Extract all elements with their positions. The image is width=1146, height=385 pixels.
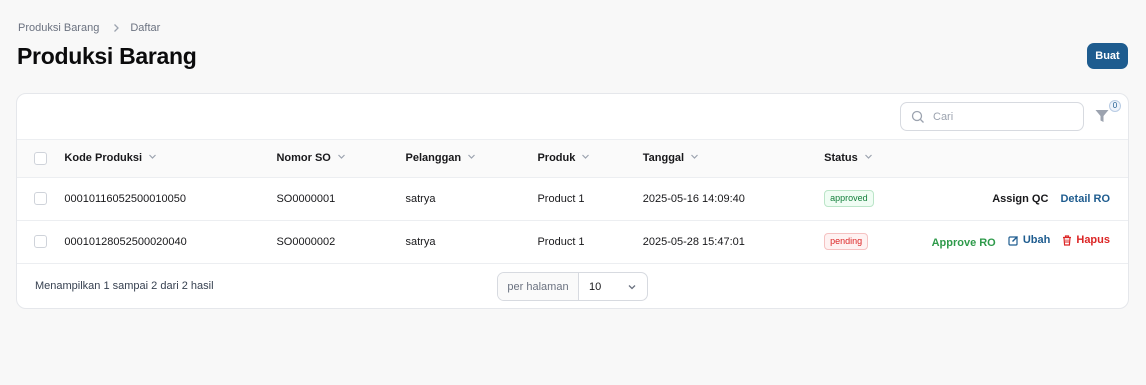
cell-tanggal: 2025-05-16 14:09:40 [642, 192, 745, 205]
edit-label: Ubah [1022, 234, 1051, 247]
column-header-tanggal[interactable]: Tanggal [643, 140, 824, 177]
column-header-kode[interactable]: Kode Produksi [64, 140, 276, 177]
filter-icon [1095, 110, 1109, 122]
chevron-down-icon [581, 152, 590, 164]
cell-produk: Product 1 [537, 192, 585, 205]
edit-icon [1008, 235, 1018, 246]
breadcrumb: Produksi Barang Daftar [18, 22, 160, 34]
filter-count-badge: 0 [1109, 100, 1121, 112]
cell-nomor-so: SO0000002 [276, 235, 336, 248]
pagination-footer: Menampilkan 1 sampai 2 dari 2 hasil per … [17, 265, 1128, 308]
breadcrumb-current: Daftar [130, 22, 161, 34]
column-header-status[interactable]: Status [824, 140, 922, 177]
results-summary: Menampilkan 1 sampai 2 dari 2 hasil [35, 280, 214, 292]
table-row[interactable]: 00010128052500020040 SO0000002 satrya Pr… [17, 220, 1128, 263]
cell-tanggal: 2025-05-28 15:47:01 [642, 235, 745, 248]
create-button[interactable]: Buat [1087, 43, 1128, 69]
per-page-label: per halaman [498, 273, 579, 300]
search-box[interactable] [900, 102, 1084, 131]
delete-link[interactable]: Hapus [1062, 234, 1110, 246]
cell-kode: 00010116052500010050 [64, 192, 186, 205]
table-row[interactable]: 00010116052500010050 SO0000001 satrya Pr… [17, 177, 1128, 220]
cell-kode: 00010128052500020040 [64, 235, 187, 248]
delete-label: Hapus [1076, 234, 1110, 247]
status-badge: pending [824, 233, 869, 250]
chevron-down-icon [864, 152, 873, 164]
row-checkbox[interactable] [34, 235, 47, 248]
chevron-down-icon [467, 152, 476, 164]
filter-button[interactable]: 0 [1094, 100, 1121, 126]
search-input[interactable] [933, 110, 1073, 123]
data-table: Kode Produksi Nomor SO Pelanggan Produk … [17, 140, 1128, 264]
chevron-down-icon [690, 152, 699, 164]
assign-qc-link[interactable]: Assign QC [992, 193, 1048, 205]
column-header-nomor-so[interactable]: Nomor SO [276, 140, 405, 177]
cell-pelanggan: satrya [405, 235, 436, 248]
status-badge: approved [824, 190, 874, 207]
table-card: 0 Kode Produksi Nomor SO Pelanggan Produ… [16, 93, 1129, 309]
cell-nomor-so: SO0000001 [276, 192, 336, 205]
cell-produk: Product 1 [537, 235, 585, 248]
chevron-right-icon [111, 23, 121, 33]
chevron-down-icon [628, 284, 636, 289]
search-icon [911, 110, 925, 124]
row-checkbox[interactable] [34, 192, 47, 205]
table-toolbar: 0 [17, 94, 1128, 140]
page-title: Produksi Barang [17, 43, 197, 69]
per-page-select[interactable]: per halaman 10 [497, 272, 648, 301]
chevron-down-icon [148, 152, 157, 164]
column-header-produk[interactable]: Produk [537, 140, 642, 177]
approve-ro-link[interactable]: Approve RO [932, 237, 996, 249]
column-header-pelanggan[interactable]: Pelanggan [406, 140, 538, 177]
chevron-down-icon [337, 152, 346, 164]
detail-ro-link[interactable]: Detail RO [1060, 193, 1110, 205]
edit-link[interactable]: Ubah [1008, 234, 1051, 247]
cell-pelanggan: satrya [405, 192, 436, 205]
trash-icon [1063, 235, 1072, 246]
per-page-value: 10 [589, 280, 602, 293]
table-header-row: Kode Produksi Nomor SO Pelanggan Produk … [17, 140, 1128, 177]
breadcrumb-root[interactable]: Produksi Barang [18, 22, 99, 34]
select-all-checkbox[interactable] [34, 151, 47, 165]
